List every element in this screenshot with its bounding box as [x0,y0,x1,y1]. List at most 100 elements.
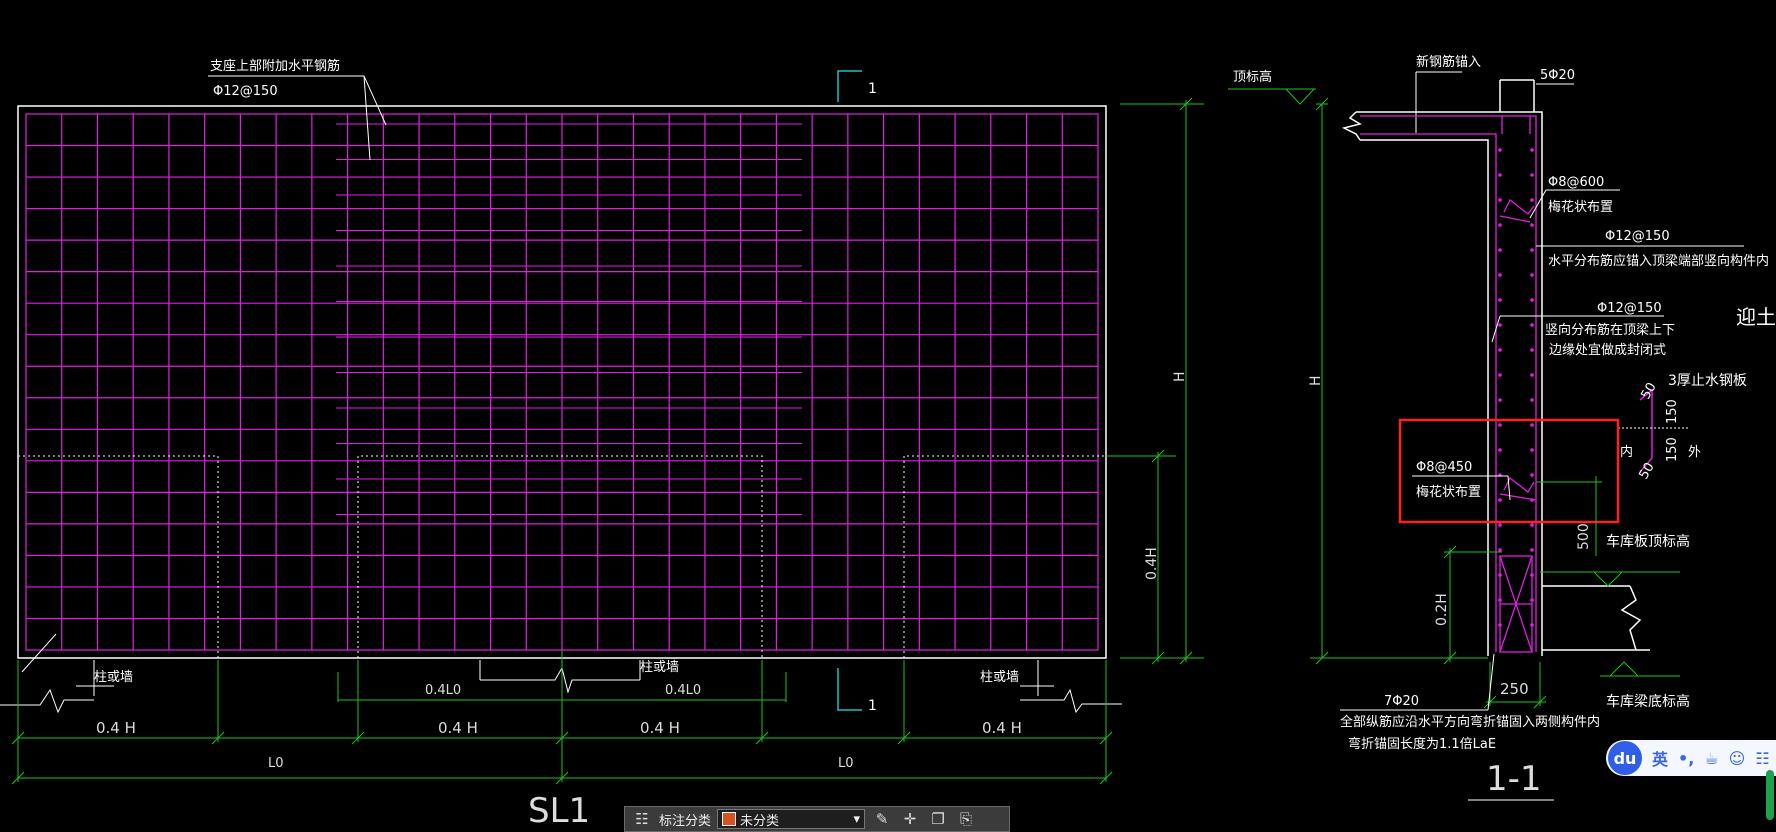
rebar-dot [1498,448,1502,452]
horiz-bar-note: 水平分布筋应锚入顶梁端部竖向构件内 [1548,253,1769,269]
tie-note-top: 梅花状布置 [1548,199,1613,215]
top-bar-note: 支座上部附加水平钢筋 [210,58,340,74]
new-rebar-label: 新钢筋锚入 [1416,54,1481,70]
dim-0-4H-2: 0.4 H [438,719,478,737]
ime-logo-icon[interactable]: du [1608,741,1642,775]
paste-icon[interactable]: ⎘ [955,809,977,829]
col-wall-label-left: 柱或墙 [94,670,133,685]
rebar-dot [1498,298,1502,302]
bottom-rebar-label: 7Φ20 [1384,694,1419,709]
rebar-dot [1530,273,1534,277]
rebar-dot [1530,573,1534,577]
tie-spec-bottom: Φ8@450 [1416,460,1472,475]
soil-side-label: 迎土侧 [1736,305,1776,329]
rebar-dot [1498,498,1502,502]
vert-bar-note-2: 边缘处宜做成封闭式 [1549,343,1666,358]
rebar-dot [1498,323,1502,327]
annotation-toolbar: ☷ 标注分类 未分类 ▾ ✎ ✛ ❐ ⎘ [624,806,1010,832]
dim-H-section: H [1308,375,1324,386]
dim-0-4H-1: 0.4 H [96,719,136,737]
grid-icon[interactable]: ☷ [1755,749,1769,768]
category-color-swatch [722,812,737,826]
col-wall-label-center: 柱或墙 [640,660,679,675]
ime-toolbar: du 英 •, ☕ ☺ ☷ [1606,740,1776,776]
bottom-note-1: 全部纵筋应沿水平方向弯折锚固入两侧构件内 [1340,714,1600,730]
ws-dim-50b: 50 [1636,460,1657,482]
dim-0-4H-vert: 0.4H [1144,547,1160,580]
annotation-category-select[interactable]: 未分类 ▾ [717,809,866,829]
rebar-dot [1498,148,1502,152]
dim-0-4H-4: 0.4 H [982,719,1022,737]
garage-bottom-label: 车库梁底标高 [1606,693,1690,710]
rebar-dot [1498,398,1502,402]
rebar-dot [1530,323,1534,327]
rebar-dot [1530,298,1534,302]
rebar-dot [1498,573,1502,577]
dim-0-2H: 0.2H [1434,593,1450,626]
move-icon[interactable]: ✛ [899,809,921,829]
dim-500: 500 [1576,523,1592,550]
scroll-indicator[interactable] [1766,770,1774,820]
outer-label: 外 [1688,445,1701,460]
section-mark-bottom: 1 [868,698,877,714]
ime-language-toggle[interactable]: 英 [1652,746,1668,770]
rebar-dot [1498,548,1502,552]
copy-icon[interactable]: ❐ [927,809,949,829]
inner-label: 内 [1620,444,1633,460]
rebar-dot [1530,348,1534,352]
dim-L0-left: L0 [268,756,284,771]
rebar-dot [1498,198,1502,202]
section-cut-mark-top [837,70,862,102]
rebar-dot [1530,148,1534,152]
vert-bar-spec: Φ12@150 [1597,301,1662,316]
dim-H-elev: H [1172,371,1188,382]
rebar-dot [1498,248,1502,252]
dim-L0-right: L0 [838,756,854,771]
rebar-dot [1498,598,1502,602]
edit-icon[interactable]: ✎ [871,809,893,829]
rebar-dot [1530,423,1534,427]
dim-0-4H-3: 0.4 H [640,719,680,737]
wall-elevation-sl1: 支座上部附加水平钢筋 Φ12@150 1 1 柱或墙 柱或墙 柱或墙 0.4L0… [0,58,1204,829]
rebar-dot [1530,173,1534,177]
garage-top-label: 车库板顶标高 [1606,533,1690,550]
rebar-dot [1498,173,1502,177]
ws-dim-150b: 150 [1665,437,1680,462]
grid-menu-icon[interactable]: ☷ [631,809,653,829]
bottom-note-2: 弯折锚固长度为1.1倍LaE [1348,736,1496,752]
section-mark-top: 1 [868,81,877,97]
rebar-dot [1530,623,1534,627]
cad-canvas[interactable]: 支座上部附加水平钢筋 Φ12@150 1 1 柱或墙 柱或墙 柱或墙 0.4L0… [0,0,1776,829]
rebar-dot [1530,398,1534,402]
rebar-dot [1498,348,1502,352]
dim-0-4L0-left: 0.4L0 [425,683,461,698]
section-dimensions [1310,97,1680,709]
dim-250: 250 [1500,680,1529,698]
ime-punctuation-toggle[interactable]: •, [1678,749,1694,768]
section-rebar-dots [1498,148,1534,627]
rebar-dot [1530,448,1534,452]
cup-icon[interactable]: ☕ [1704,749,1718,768]
rebar-dot [1498,223,1502,227]
elevation-title: SL1 [528,791,590,829]
tie-spec-top: Φ8@600 [1548,175,1604,190]
top-bar-spec: Φ12@150 [213,84,278,99]
rebar-dot [1498,373,1502,377]
section-cut-mark-bottom [837,668,862,711]
dim-0-4L0-right: 0.4L0 [665,683,701,698]
elevation-dimensions [11,97,1204,785]
ws-dim-150a: 150 [1665,399,1680,424]
vert-bar-note-1: 竖向分布筋在顶梁上下 [1545,322,1675,338]
waterstop-label: 3厚止水钢板 [1668,373,1747,389]
top-rebar-label: 5Φ20 [1540,68,1575,83]
rebar-dot [1530,223,1534,227]
rebar-dot [1530,373,1534,377]
horiz-bar-spec: Φ12@150 [1605,229,1670,244]
rebar-dot [1498,523,1502,527]
annotation-category-label: 标注分类 [659,813,712,829]
user-icon[interactable]: ☺ [1729,749,1746,768]
rebar-grid [25,113,1099,651]
rebar-dot [1530,548,1534,552]
top-elev-label: 顶标高 [1233,69,1272,85]
section-title: 1-1 [1486,759,1542,799]
